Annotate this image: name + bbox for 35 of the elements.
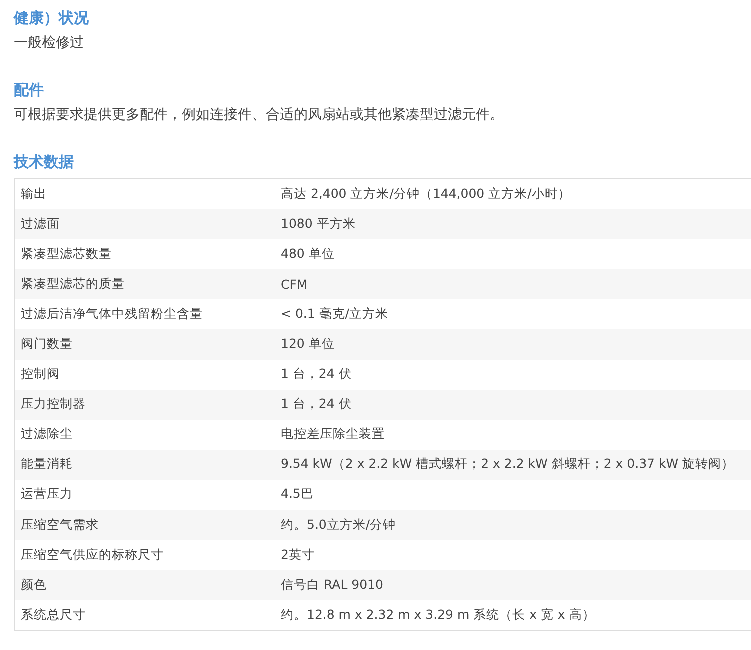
table-cell: 1 台，24 伏 — [281, 396, 352, 414]
table-cell: 约。5.0立方米/分钟 — [281, 516, 396, 534]
table-cell-text: 过滤后洁净气体中残留粉尘含量 — [20, 306, 204, 323]
table-cell-text: 压缩空气供应的标称尺寸 — [20, 546, 165, 564]
table-cell: < 0.1 毫克/立方米 — [281, 306, 389, 323]
table-cell: 信号白 RAL 9010 — [281, 576, 384, 594]
table-cell-text: 运营压力 — [20, 486, 74, 504]
table-cell: 2英寸 — [281, 546, 315, 564]
table-cell: 1080 平方米 — [281, 216, 356, 233]
section-heading: 配件 — [14, 80, 44, 101]
table-cell: 电控差压除尘装置 — [281, 426, 385, 444]
table-cell-text: 颜色 — [20, 576, 48, 594]
table-cell: 1 台，24 伏 — [281, 366, 352, 384]
table-cell: 4.5巴 — [281, 486, 314, 504]
table-cell-text: 控制阀 — [20, 366, 61, 384]
table-cell-text: 紧凑型滤芯数量 — [20, 246, 113, 263]
section-heading: 健康）状况 — [14, 8, 89, 29]
section-heading: 技术数据 — [14, 152, 74, 173]
table-cell-text: 过滤面 — [20, 216, 61, 233]
table-cell-text: 输出 — [20, 186, 48, 203]
table-cell: 9.54 kW（2 x 2.2 kW 槽式螺杆；2 x 2.2 kW 斜螺杆；2 x 0.37 kW 旋转阀） — [281, 456, 735, 474]
table-cell-text: 阀门数量 — [20, 336, 74, 354]
section-text: 可根据要求提供更多配件，例如连接件、合适的风扇站或其他紧凑型过滤元件。 — [14, 106, 505, 125]
table-cell: 约。12.8 m x 2.32 m x 3.29 m 系统（长 x 宽 x 高） — [281, 606, 596, 624]
table-cell-text: 紧凑型滤芯的质量 — [20, 276, 126, 293]
table-cell-text: 能量消耗 — [20, 456, 74, 474]
section-text: 一般检修过 — [14, 34, 85, 53]
table-cell: 120 单位 — [281, 336, 335, 354]
table-cell: 480 单位 — [281, 246, 335, 263]
table-cell-text: 压力控制器 — [20, 396, 87, 414]
table-cell: 高达 2,400 立方米/分钟（144,000 立方米/小时） — [281, 186, 571, 203]
table-cell-text: 系统总尺寸 — [20, 606, 87, 624]
table-cell-text: 过滤除尘 — [20, 426, 74, 444]
table-cell-text: 压缩空气需求 — [20, 516, 100, 534]
table-cell: CFM — [281, 276, 308, 292]
